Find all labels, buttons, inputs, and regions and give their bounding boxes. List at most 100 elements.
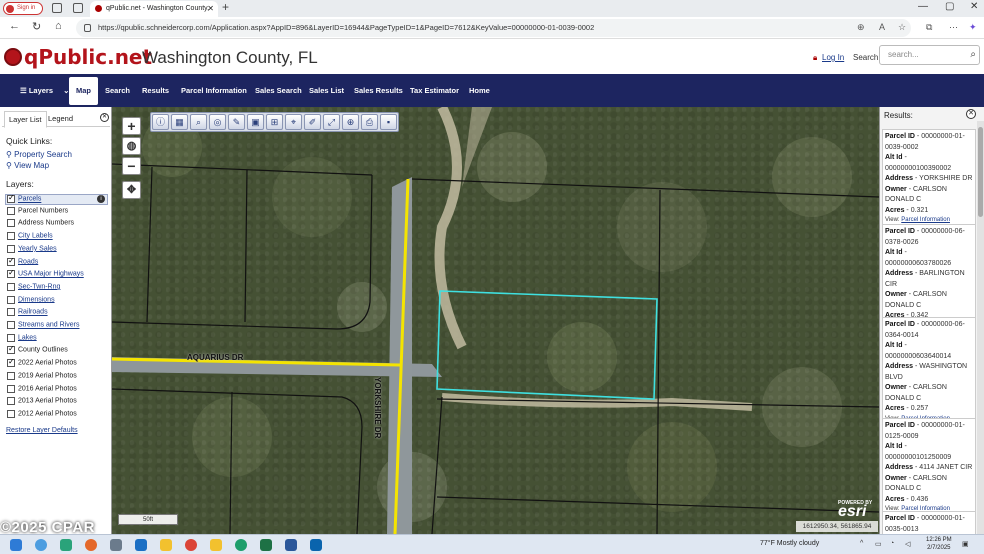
layer-checkbox[interactable]	[7, 193, 15, 203]
site-search-input[interactable]: search... ⌕	[879, 45, 980, 65]
layer-label[interactable]: City Labels	[18, 233, 53, 240]
workspaces-icon[interactable]	[52, 3, 62, 13]
nav-map[interactable]: Map	[69, 77, 98, 105]
word-icon[interactable]	[285, 539, 297, 551]
nav-parcel-information[interactable]: Parcel Information	[181, 74, 247, 107]
layer-row[interactable]: Address Numbers	[7, 219, 74, 230]
pencil-icon[interactable]: ✐	[304, 114, 321, 130]
split-screen-icon[interactable]: ⧉	[926, 22, 932, 33]
chrome-icon[interactable]	[185, 539, 197, 551]
zoom-icon[interactable]: ⊕	[857, 22, 865, 33]
clock[interactable]: 12:26 PM 2/7/2025	[926, 536, 952, 552]
layer-label[interactable]: Streams and Rivers	[18, 322, 79, 329]
layer-row[interactable]: 2013 Aerial Photos	[7, 397, 77, 408]
refresh-icon[interactable]: ↻	[32, 20, 41, 33]
excel-icon[interactable]	[260, 539, 272, 551]
nav-search[interactable]: Search	[105, 74, 130, 107]
layer-checkbox[interactable]	[7, 206, 15, 215]
layer-row[interactable]: Roads	[7, 256, 38, 269]
nav-sales-list[interactable]: Sales List	[309, 74, 344, 107]
layer-row[interactable]: 2016 Aerial Photos	[7, 384, 77, 396]
layer-label[interactable]: Sec-Twn-Rng	[18, 283, 60, 290]
app-icon[interactable]	[60, 539, 72, 551]
minimize-icon[interactable]: —	[918, 1, 928, 12]
maximize-icon[interactable]: ▢	[945, 1, 954, 12]
tab-legend[interactable]: Legend	[44, 111, 77, 126]
layer-row[interactable]: 2022 Aerial Photos	[7, 357, 77, 370]
zoom-out-button[interactable]: −	[122, 157, 141, 175]
layer-info-icon[interactable]: i	[97, 195, 105, 203]
volume-icon[interactable]: ◁	[905, 540, 910, 548]
layer-row[interactable]: City Labels	[7, 232, 53, 243]
edge-icon[interactable]	[235, 539, 247, 551]
nav-home[interactable]: Home	[469, 74, 490, 107]
layer-checkbox[interactable]	[7, 256, 15, 266]
layer-checkbox[interactable]	[7, 308, 15, 317]
nav-sales-search[interactable]: Sales Search	[255, 74, 302, 107]
results-scroll-thumb[interactable]	[978, 127, 983, 217]
new-tab-plus-icon[interactable]: +	[222, 0, 229, 14]
close-tab-icon[interactable]: ✕	[207, 1, 214, 16]
select-icon[interactable]: ▦	[171, 114, 188, 130]
copilot-taskbar-icon[interactable]	[35, 539, 47, 551]
map-view[interactable]: AQUARIUS DR YORKSHIRE DR + ◍ − ✥ ⓘ ▦ ⌕ ◎…	[112, 107, 879, 534]
globe-icon[interactable]: ◍	[122, 137, 141, 155]
layer-row[interactable]: Sec-Twn-Rng	[7, 282, 60, 294]
identify-icon[interactable]: ⓘ	[152, 114, 169, 130]
print-icon[interactable]: ⎙	[361, 114, 378, 130]
layer-checkbox[interactable]	[7, 268, 15, 279]
layer-checkbox[interactable]	[7, 357, 15, 368]
tab-actions-icon[interactable]	[73, 3, 83, 13]
quick-link-property-search[interactable]: ⚲ Property Search	[6, 150, 72, 159]
wifi-icon[interactable]: ◔	[890, 540, 894, 547]
layer-checkbox[interactable]	[7, 232, 15, 241]
site-logo[interactable]: qPublic.net	[24, 45, 152, 69]
layer-checkbox[interactable]	[7, 333, 15, 342]
layer-row[interactable]: Streams and Rivers	[7, 321, 79, 332]
layer-row[interactable]: Parcels i	[5, 193, 108, 205]
quick-link-view-map[interactable]: ⚲ View Map	[6, 161, 49, 170]
layer-row[interactable]: Lakes	[7, 333, 37, 345]
layer-checkbox[interactable]	[7, 384, 15, 393]
outlook-icon[interactable]	[310, 539, 322, 551]
layer-checkbox[interactable]	[7, 409, 15, 418]
favorite-star-icon[interactable]: ☆	[898, 22, 906, 33]
layer-row[interactable]: Parcel Numbers	[7, 206, 68, 218]
close-results-icon[interactable]: ✕	[966, 109, 976, 119]
layer-row[interactable]: Yearly Sales	[7, 244, 57, 256]
image-icon[interactable]: ▣	[247, 114, 264, 130]
start-icon[interactable]	[10, 539, 22, 551]
save-icon[interactable]: ▪	[380, 114, 397, 130]
parcel-information-link[interactable]: Parcel Information	[901, 217, 950, 223]
layer-checkbox[interactable]	[7, 219, 15, 228]
result-card[interactable]: Parcel ID - 00000000-01-0035-0013	[882, 511, 976, 534]
layer-checkbox[interactable]	[7, 282, 15, 291]
home-icon[interactable]: ⌂	[55, 20, 62, 32]
tray-app-icon[interactable]: ▭	[875, 540, 882, 548]
nav-layers[interactable]: ☰ Layers ⌄	[20, 74, 69, 107]
settings-icon[interactable]	[110, 539, 122, 551]
layer-label[interactable]: Lakes	[18, 334, 37, 341]
close-window-icon[interactable]: ✕	[970, 1, 978, 12]
layer-checkbox[interactable]	[7, 295, 15, 304]
tab-layer-list[interactable]: Layer List	[4, 111, 47, 128]
layer-label[interactable]: Yearly Sales	[18, 245, 57, 252]
nav-results[interactable]: Results	[142, 74, 169, 107]
mail-icon[interactable]	[135, 539, 147, 551]
result-card[interactable]: Parcel ID - 00000000-06-0364-0014 Alt Id …	[882, 317, 976, 426]
pan-icon[interactable]: ✥	[122, 181, 141, 199]
url-field[interactable]: https://qpublic.schneidercorp.com/Applic…	[76, 19, 911, 37]
nav-tax-estimator[interactable]: Tax Estimator	[410, 74, 459, 107]
layer-checkbox[interactable]	[7, 371, 15, 380]
result-card[interactable]: Parcel ID - 00000000-01-0125-0009 Alt Id …	[882, 418, 976, 516]
layer-checkbox[interactable]	[7, 244, 15, 253]
firefox-icon[interactable]	[85, 539, 97, 551]
layer-row[interactable]: USA Major Highways	[7, 268, 84, 281]
layer-label[interactable]: Roads	[18, 258, 38, 265]
layer-checkbox[interactable]	[7, 397, 15, 406]
layer-checkbox[interactable]	[7, 344, 15, 355]
tray-chevron-icon[interactable]: ^	[860, 540, 863, 547]
copilot-icon[interactable]: ✦	[969, 22, 977, 33]
back-arrow-icon[interactable]: ←	[9, 20, 20, 32]
profile-signin-button[interactable]: Sign in	[3, 2, 43, 15]
